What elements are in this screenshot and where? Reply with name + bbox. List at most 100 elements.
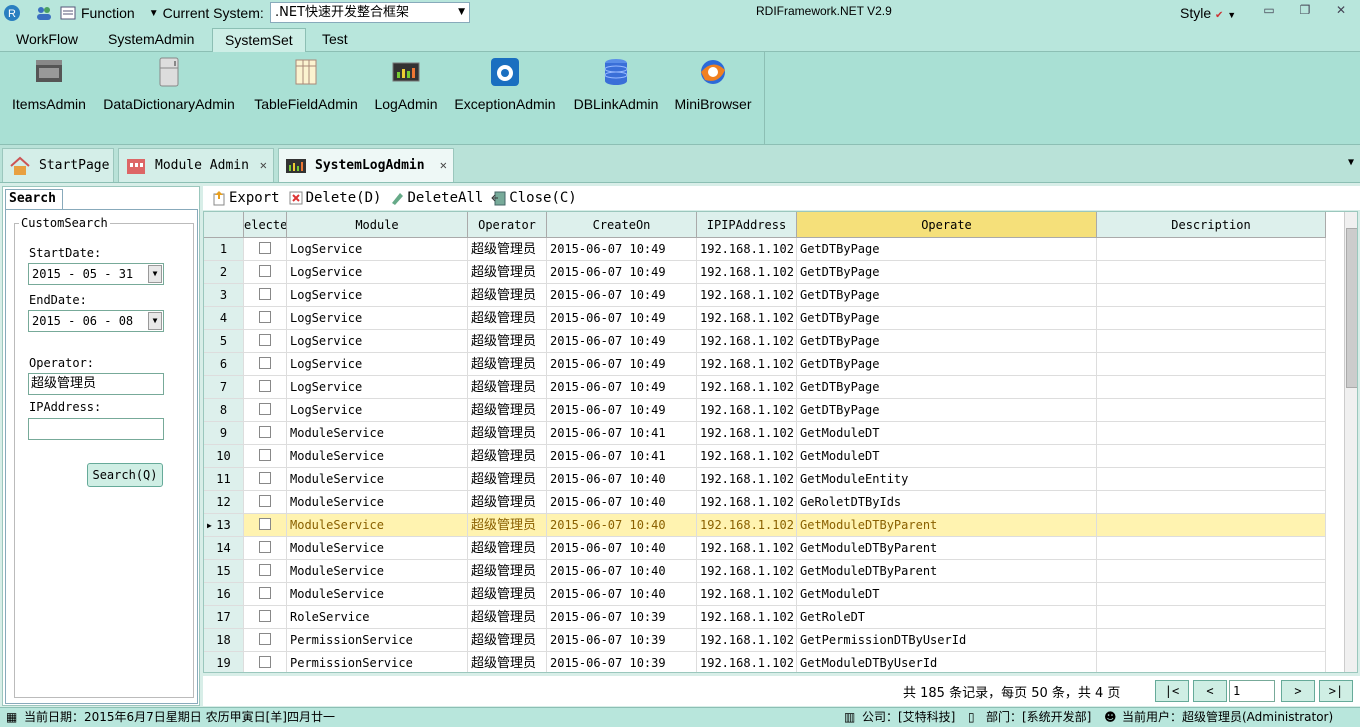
row-checkbox[interactable]	[259, 564, 271, 576]
column-header-selected[interactable]: electe	[244, 212, 287, 238]
row-checkbox-cell[interactable]	[244, 284, 287, 307]
row-checkbox-cell[interactable]	[244, 376, 287, 399]
row-checkbox-cell[interactable]	[244, 629, 287, 652]
table-row[interactable]: 4 LogService 超级管理员 2015-06-07 10:49 192.168.…	[204, 307, 1326, 330]
row-number[interactable]: 7	[204, 376, 244, 399]
row-checkbox-cell[interactable]	[244, 330, 287, 353]
row-checkbox[interactable]	[259, 449, 271, 461]
row-checkbox-cell[interactable]	[244, 261, 287, 284]
search-button[interactable]: Search(Q)	[87, 463, 163, 487]
ribbon-tablefieldadmin-button[interactable]: TableFieldAdmin	[250, 56, 362, 112]
row-checkbox[interactable]	[259, 495, 271, 507]
row-number[interactable]: ▶ 13	[204, 514, 244, 537]
row-checkbox-cell[interactable]	[244, 468, 287, 491]
row-checkbox-cell[interactable]	[244, 422, 287, 445]
row-checkbox-cell[interactable]	[244, 238, 287, 261]
row-checkbox[interactable]	[259, 265, 271, 277]
row-checkbox[interactable]	[259, 242, 271, 254]
table-row[interactable]: 3 LogService 超级管理员 2015-06-07 10:49 192.168.…	[204, 284, 1326, 307]
row-checkbox-cell[interactable]	[244, 353, 287, 376]
operator-input[interactable]: 超级管理员	[28, 373, 164, 395]
tab-systemset[interactable]: SystemSet	[212, 28, 306, 52]
ip-address-input[interactable]	[28, 418, 164, 440]
row-checkbox[interactable]	[259, 656, 271, 668]
last-page-button[interactable]: >|	[1319, 680, 1353, 702]
row-number[interactable]: 10	[204, 445, 244, 468]
column-header-description[interactable]: Description	[1097, 212, 1326, 238]
row-checkbox[interactable]	[259, 426, 271, 438]
row-checkbox[interactable]	[259, 334, 271, 346]
style-menu[interactable]: Style ✔ ▼	[1180, 5, 1236, 21]
table-row[interactable]: 9 ModuleService 超级管理员 2015-06-07 10:41 192.1…	[204, 422, 1326, 445]
row-checkbox-cell[interactable]	[244, 307, 287, 330]
table-row[interactable]: 6 LogService 超级管理员 2015-06-07 10:49 192.168.…	[204, 353, 1326, 376]
row-checkbox[interactable]	[259, 403, 271, 415]
page-number-input[interactable]: 1	[1229, 680, 1275, 702]
row-checkbox-cell[interactable]	[244, 606, 287, 629]
search-tab[interactable]: Search	[5, 189, 63, 209]
calendar-dropdown-icon[interactable]: ▼	[148, 265, 162, 283]
table-row[interactable]: 17 RoleService 超级管理员 2015-06-07 10:39 192.16…	[204, 606, 1326, 629]
row-checkbox[interactable]	[259, 311, 271, 323]
users-icon[interactable]	[35, 4, 53, 22]
dropdown-arrow-icon[interactable]: ▼	[149, 8, 159, 19]
table-row[interactable]: 18 PermissionService 超级管理员 2015-06-07 10:39…	[204, 629, 1326, 652]
table-row[interactable]: 15 ModuleService 超级管理员 2015-06-07 10:40 192.…	[204, 560, 1326, 583]
row-number[interactable]: 17	[204, 606, 244, 629]
delete-all-button[interactable]: DeleteAll	[389, 190, 483, 206]
column-header-module[interactable]: Module	[287, 212, 468, 238]
tab-workflow[interactable]: WorkFlow	[4, 28, 90, 52]
row-checkbox-cell[interactable]	[244, 583, 287, 606]
tab-test[interactable]: Test	[310, 28, 360, 52]
start-date-picker[interactable]: 2015 - 05 - 31 ▼	[28, 263, 164, 285]
close-icon[interactable]: ✕	[260, 158, 267, 172]
ribbon-minibrowser-button[interactable]: MiniBrowser	[672, 56, 754, 112]
row-checkbox[interactable]	[259, 541, 271, 553]
table-row[interactable]: ▶ 13 ModuleService 超级管理员 2015-06-07 10:40 192…	[204, 514, 1326, 537]
row-number[interactable]: 3	[204, 284, 244, 307]
row-number[interactable]: 5	[204, 330, 244, 353]
ribbon-datadictionaryadmin-button[interactable]: DataDictionaryAdmin	[100, 56, 238, 112]
table-row[interactable]: 19 PermissionService 超级管理员 2015-06-07 10:39…	[204, 652, 1326, 672]
minimize-button[interactable]: ▭	[1258, 3, 1280, 21]
restore-button[interactable]: ❐	[1294, 3, 1316, 21]
row-number[interactable]: 19	[204, 652, 244, 672]
row-checkbox[interactable]	[259, 518, 271, 530]
tab-list-dropdown-icon[interactable]: ▼	[1348, 157, 1354, 168]
row-checkbox[interactable]	[259, 472, 271, 484]
ribbon-dblinkadmin-button[interactable]: DBLinkAdmin	[570, 56, 662, 112]
row-checkbox[interactable]	[259, 288, 271, 300]
column-header-ipaddress[interactable]: IPIPAddress	[697, 212, 797, 238]
row-checkbox-cell[interactable]	[244, 491, 287, 514]
column-header-createon[interactable]: CreateOn	[547, 212, 697, 238]
row-checkbox[interactable]	[259, 610, 271, 622]
current-system-select[interactable]: .NET快速开发整合框架 ▼	[270, 2, 470, 23]
first-page-button[interactable]: |<	[1155, 680, 1189, 702]
close-button[interactable]: Close(C)	[491, 190, 577, 206]
table-row[interactable]: 12 ModuleService 超级管理员 2015-06-07 10:40 192.…	[204, 491, 1326, 514]
doctab-systemlogadmin[interactable]: SystemLogAdmin ✕	[278, 148, 454, 182]
row-number[interactable]: 1	[204, 238, 244, 261]
scrollbar-thumb[interactable]	[1346, 228, 1357, 388]
table-row[interactable]: 5 LogService 超级管理员 2015-06-07 10:49 192.168.…	[204, 330, 1326, 353]
row-number[interactable]: 15	[204, 560, 244, 583]
table-row[interactable]: 7 LogService 超级管理员 2015-06-07 10:49 192.168.…	[204, 376, 1326, 399]
column-header-operate[interactable]: Operate	[797, 212, 1097, 238]
doctab-module-admin[interactable]: Module Admin ✕	[118, 148, 274, 182]
table-row[interactable]: 16 ModuleService 超级管理员 2015-06-07 10:40 192.…	[204, 583, 1326, 606]
next-page-button[interactable]: >	[1281, 680, 1315, 702]
row-checkbox-cell[interactable]	[244, 399, 287, 422]
end-date-picker[interactable]: 2015 - 06 - 08 ▼	[28, 310, 164, 332]
row-number[interactable]: 14	[204, 537, 244, 560]
row-checkbox-cell[interactable]	[244, 560, 287, 583]
row-number[interactable]: 18	[204, 629, 244, 652]
row-number[interactable]: 11	[204, 468, 244, 491]
function-menu[interactable]: Function	[81, 5, 135, 21]
row-checkbox[interactable]	[259, 633, 271, 645]
row-number[interactable]: 12	[204, 491, 244, 514]
row-checkbox-cell[interactable]	[244, 514, 287, 537]
row-checkbox-cell[interactable]	[244, 537, 287, 560]
select-all-corner[interactable]	[204, 212, 244, 238]
table-row[interactable]: 11 ModuleService 超级管理员 2015-06-07 10:40 192.…	[204, 468, 1326, 491]
previous-page-button[interactable]: <	[1193, 680, 1227, 702]
